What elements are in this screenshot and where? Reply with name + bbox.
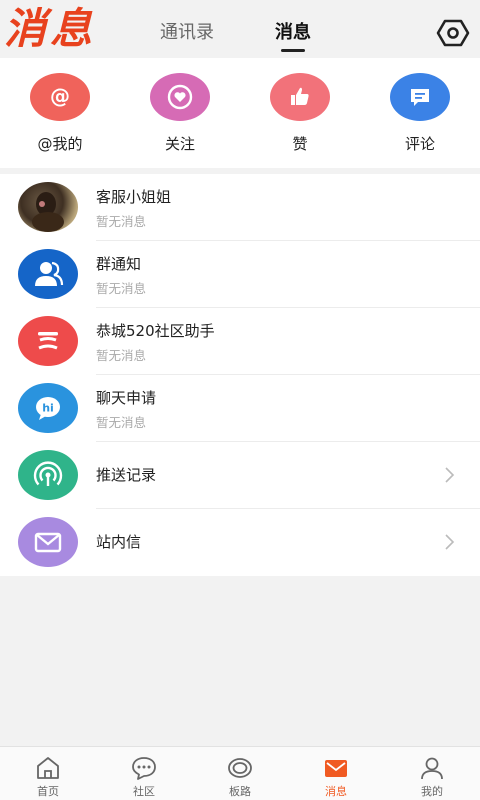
svg-text:@: @ [50,84,70,108]
nav-label: 社区 [133,785,155,798]
list-item-push-history[interactable]: 推送记录 [0,442,480,509]
quick-actions-bar: @ @我的 关注 赞 评论 [0,58,480,168]
list-item-customer-service[interactable]: 客服小姐姐 暂无消息 [0,174,480,241]
settings-hexagon-icon [436,19,470,47]
ring-icon [228,758,252,778]
conversation-title: 群通知 [96,255,142,273]
nav-label: 我的 [421,785,443,798]
quick-action-mentions[interactable]: @ @我的 [15,73,105,154]
list-item-chat-request[interactable]: hi 聊天申请 暂无消息 [0,375,480,442]
list-item-group-notice[interactable]: 群通知 暂无消息 [0,241,480,308]
page-logo-title: 消息 [4,4,97,53]
chevron-right-icon [445,467,455,483]
conversation-status: 暂无消息 [96,214,147,229]
conversation-title: 聊天申请 [96,389,157,407]
envelope-icon [325,760,347,777]
bottom-navigation: 首页 社区 板路 消息 我的 [0,746,480,800]
nav-label: 板路 [229,785,251,798]
conversation-status: 暂无消息 [96,281,147,296]
conversation-title: 站内信 [96,533,142,551]
quick-action-likes[interactable]: 赞 [255,73,345,154]
quick-action-comments[interactable]: 评论 [375,73,465,154]
conversation-title: 客服小姐姐 [96,188,172,206]
chevron-right-icon [445,534,455,550]
tab-messages[interactable]: 消息 [266,20,320,52]
quick-action-label: 关注 [164,135,195,153]
hi-chat-icon: hi [18,383,78,433]
chat-bubble-icon [132,757,156,780]
nav-profile[interactable]: 我的 [384,747,480,800]
avatar [18,182,78,232]
home-icon [37,757,59,779]
list-item-inbox[interactable]: 站内信 [0,509,480,576]
quick-action-follow[interactable]: 关注 [135,73,225,154]
broadcast-icon [18,450,78,500]
top-bar: 消息 通讯录 消息 [0,0,480,58]
quick-action-label: @我的 [37,135,83,153]
quick-action-label: 评论 [404,135,435,153]
thumbs-up-icon [270,73,330,121]
at-icon: @ [30,73,90,121]
assistant-icon [18,316,78,366]
group-icon [18,249,78,299]
nav-label: 消息 [325,785,347,798]
tab-contacts[interactable]: 通讯录 [152,20,222,50]
list-item-community-assistant[interactable]: 恭城520社区助手 暂无消息 [0,308,480,375]
mail-icon [18,517,78,567]
conversation-title: 恭城520社区助手 [96,322,215,340]
comment-icon [390,73,450,121]
nav-label: 首页 [37,785,59,798]
nav-home[interactable]: 首页 [0,747,96,800]
quick-action-label: 赞 [292,135,308,153]
heart-icon [150,73,210,121]
user-icon [421,757,443,780]
nav-banlu[interactable]: 板路 [192,747,288,800]
conversation-status: 暂无消息 [96,415,147,430]
nav-messages[interactable]: 消息 [288,747,384,800]
settings-button[interactable] [436,18,470,48]
message-list: 客服小姐姐 暂无消息 群通知 暂无消息 恭城520社区助手 暂无消息 hi 聊天… [0,174,480,576]
nav-community[interactable]: 社区 [96,747,192,800]
conversation-title: 推送记录 [96,466,157,484]
svg-text:hi: hi [42,402,54,415]
conversation-status: 暂无消息 [96,348,147,363]
